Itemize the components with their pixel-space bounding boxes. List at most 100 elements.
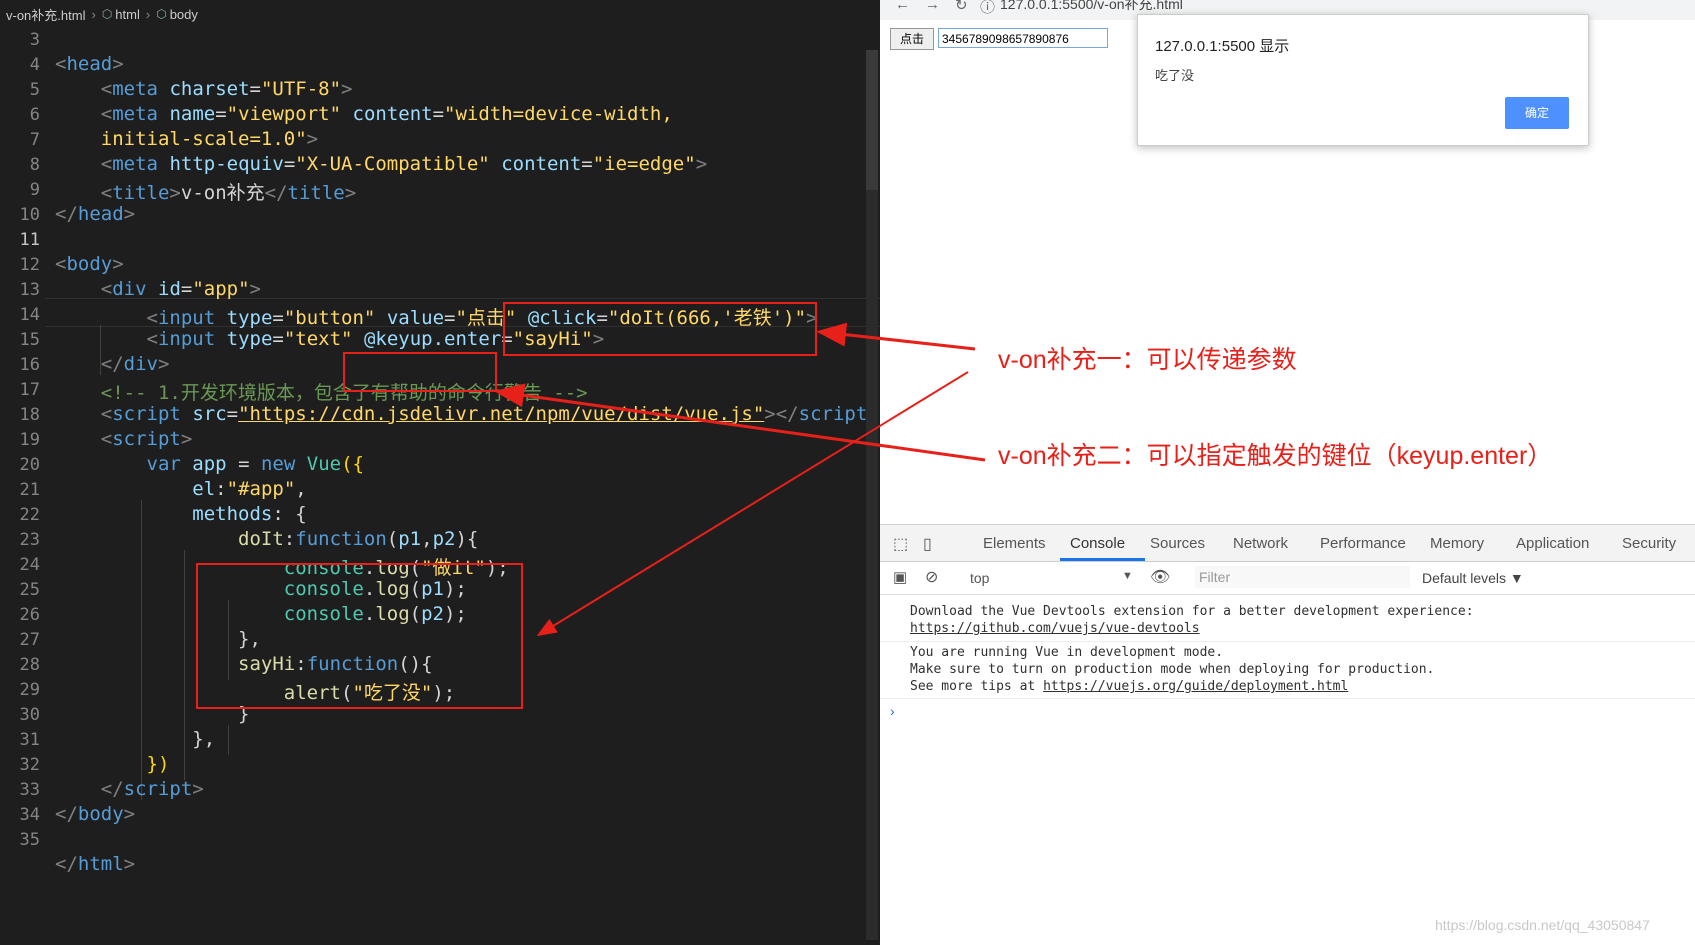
line-number: 31 — [19, 730, 40, 750]
dialog-message: 吃了没 — [1155, 68, 1195, 83]
line-number: 11 — [19, 230, 40, 250]
back-icon[interactable]: ← — [895, 0, 910, 13]
inspect-icon[interactable]: ⬚ — [893, 534, 908, 554]
highlight-box-doit — [196, 563, 523, 709]
line-number: 12 — [19, 255, 40, 275]
code-line: initial-scale=1.0"> — [100, 128, 319, 150]
devtools-tabbar: ⬚ ▯ Elements Console Sources Network Per… — [880, 525, 1695, 562]
line-number: 23 — [19, 530, 40, 550]
console-text: See more tips at — [910, 679, 1044, 694]
reload-icon[interactable]: ↻ — [955, 0, 968, 14]
line-number: 3 — [29, 30, 40, 50]
active-tab-indicator — [1060, 558, 1145, 561]
line-number: 29 — [19, 680, 40, 700]
console-message: You are running Vue in development mode. — [910, 645, 1224, 660]
tab-sources[interactable]: Sources — [1150, 535, 1205, 552]
tab-memory[interactable]: Memory — [1430, 535, 1484, 552]
line-number: 34 — [19, 805, 40, 825]
breadcrumb-file[interactable]: v-on补充.html — [6, 5, 85, 24]
divider — [880, 641, 1695, 642]
sidebar-toggle-icon[interactable]: ▣ — [893, 568, 907, 586]
element-icon: ⬡ — [101, 7, 113, 21]
code-line: el:"#app", — [192, 478, 307, 500]
forward-icon[interactable]: → — [925, 0, 940, 13]
code-line: </head> — [55, 203, 136, 225]
line-number: 9 — [29, 180, 40, 200]
dropdown-arrow-icon[interactable]: ▼ — [1122, 570, 1133, 582]
code-line: <meta http-equiv="X-UA-Compatible" conte… — [100, 153, 708, 175]
line-number: 24 — [19, 555, 40, 575]
line-number: 32 — [19, 755, 40, 775]
line-number: 21 — [19, 480, 40, 500]
code-line: <script src="https://cdn.jsdelivr.net/np… — [100, 403, 879, 425]
line-number: 6 — [29, 105, 40, 125]
click-button[interactable]: 点击 — [890, 28, 934, 50]
line-number: 18 — [19, 405, 40, 425]
code-editor: v-on补充.html › ⬡ html › ⬡ body 3 4 5 6 7 8 9 10 1… — [0, 0, 880, 945]
breadcrumb-html[interactable]: html — [115, 7, 140, 22]
code-line: <div id="app"> — [100, 278, 261, 300]
filter-input[interactable]: Filter — [1195, 566, 1410, 588]
eye-icon[interactable]: 👁 — [1150, 567, 1170, 587]
line-number: 17 — [19, 380, 40, 400]
text-input[interactable]: 3456789098657890876 — [938, 28, 1108, 48]
console-link[interactable]: https://vuejs.org/guide/deployment.html — [1043, 679, 1348, 694]
device-toggle-icon[interactable]: ▯ — [923, 534, 932, 554]
tab-console[interactable]: Console — [1070, 535, 1125, 552]
line-number: 13 — [19, 280, 40, 300]
line-number: 20 — [19, 455, 40, 475]
editor-scrollbar-thumb[interactable] — [866, 50, 878, 190]
url-text[interactable]: 127.0.0.1:5500/v-on补充.html — [1000, 0, 1183, 14]
info-icon[interactable]: ⓘ — [980, 0, 995, 17]
console-message: Make sure to turn on production mode whe… — [910, 662, 1435, 677]
breadcrumb-body[interactable]: body — [170, 7, 198, 22]
console-prompt-icon[interactable]: › — [890, 703, 895, 719]
dialog-title: 127.0.0.1:5500 显示 — [1155, 38, 1290, 55]
tab-elements[interactable]: Elements — [983, 535, 1046, 552]
code-line: <meta name="viewport" content="width=dev… — [100, 103, 673, 125]
code-line: var app = new Vue({ — [146, 453, 364, 475]
code-line: doIt:function(p1,p2){ — [238, 528, 479, 550]
console-toolbar: ▣ ⊘ top ▼ 👁 Filter Default levels ▼ — [880, 562, 1695, 595]
highlight-box-click — [503, 302, 817, 356]
line-number: 26 — [19, 605, 40, 625]
line-number: 35 — [19, 830, 40, 850]
line-number: 14 — [19, 305, 40, 325]
line-number: 10 — [19, 205, 40, 225]
dialog-ok-button[interactable]: 确定 — [1505, 97, 1569, 129]
watermark: https://blog.csdn.net/qq_43050847 — [1435, 917, 1650, 933]
divider — [880, 698, 1695, 699]
code-line: </body> — [55, 803, 136, 825]
code-line: <!-- 1.开发环境版本，包含了有帮助的命令行警告 --> — [100, 382, 588, 404]
chevron-right-icon: › — [91, 6, 96, 22]
code-line: methods: { — [192, 503, 307, 525]
console-message: Download the Vue Devtools extension for … — [910, 604, 1474, 619]
levels-select[interactable]: Default levels ▼ — [1422, 570, 1524, 586]
tab-application[interactable]: Application — [1516, 535, 1589, 552]
code-line: <meta charset="UTF-8"> — [100, 78, 353, 100]
code-line: </script> — [100, 778, 204, 800]
breadcrumb: v-on补充.html › ⬡ html › ⬡ body — [0, 0, 880, 28]
line-number: 5 — [29, 80, 40, 100]
element-icon: ⬡ — [156, 7, 167, 21]
code-line: <title>v-on补充</title> — [100, 182, 357, 204]
tab-performance[interactable]: Performance — [1320, 535, 1406, 552]
tab-network[interactable]: Network — [1233, 535, 1288, 552]
console-link[interactable]: https://github.com/vuejs/vue-devtools — [910, 621, 1200, 636]
clear-console-icon[interactable]: ⊘ — [925, 567, 938, 587]
line-number: 28 — [19, 655, 40, 675]
line-number: 16 — [19, 355, 40, 375]
line-number: 33 — [19, 780, 40, 800]
line-number: 27 — [19, 630, 40, 650]
code-line: }, — [192, 728, 216, 750]
code-line: }) — [146, 753, 170, 775]
line-number: 4 — [29, 55, 40, 75]
browser-window: ← → ↻ ⓘ 127.0.0.1:5500/v-on补充.html 点击 34… — [880, 0, 1695, 946]
annotation-two: v-on补充二：可以指定触发的键位（keyup.enter） — [998, 442, 1553, 470]
context-select[interactable]: top — [970, 570, 989, 586]
tab-security[interactable]: Security — [1622, 535, 1676, 552]
code-line: </div> — [100, 353, 170, 375]
alert-dialog: 127.0.0.1:5500 显示 吃了没 确定 — [1137, 14, 1589, 146]
line-number: 15 — [19, 330, 40, 350]
code-line: </html> — [55, 853, 136, 875]
